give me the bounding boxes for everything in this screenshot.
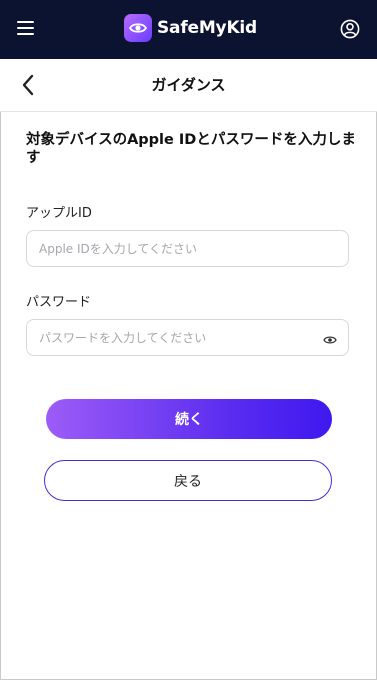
user-circle-icon[interactable] bbox=[340, 19, 360, 39]
brand[interactable]: SafeMyKid bbox=[124, 14, 257, 42]
instruction-text: 対象デバイスのApple IDとパスワードを入力します bbox=[26, 132, 356, 166]
back-button[interactable]: 戻る bbox=[44, 460, 332, 501]
eye-shield-logo-icon bbox=[124, 14, 152, 42]
hamburger-menu-icon[interactable] bbox=[17, 21, 34, 35]
top-navigation-bar: SafeMyKid bbox=[0, 0, 377, 59]
password-input[interactable] bbox=[26, 319, 349, 356]
page-header: ガイダンス bbox=[0, 59, 377, 112]
eye-icon[interactable] bbox=[323, 331, 337, 344]
page-title: ガイダンス bbox=[151, 76, 226, 94]
apple-id-input[interactable] bbox=[26, 230, 349, 267]
continue-button[interactable]: 続く bbox=[46, 399, 332, 439]
brand-name: SafeMyKid bbox=[157, 18, 258, 38]
password-label: パスワード bbox=[26, 295, 92, 310]
apple-id-label: アップルID bbox=[26, 206, 92, 221]
